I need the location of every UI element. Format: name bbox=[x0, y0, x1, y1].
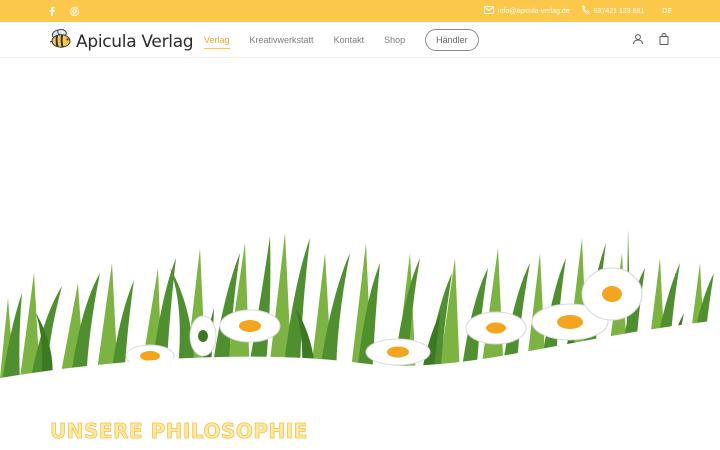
logo-text: Apicula Verlag bbox=[76, 31, 194, 52]
mail-icon bbox=[484, 6, 494, 16]
phone-icon bbox=[581, 5, 590, 17]
nav-item-kreativwerkstatt[interactable]: Kreativwerkstatt bbox=[250, 35, 314, 45]
email-text: info@apicula-verlag.de bbox=[497, 7, 570, 15]
nav-item-kontakt[interactable]: Kontakt bbox=[334, 35, 365, 45]
main-header: Apicula Verlag Verlag Kreativwerkstatt K… bbox=[0, 22, 720, 58]
instagram-icon[interactable] bbox=[68, 5, 80, 17]
main-nav: Verlag Kreativwerkstatt Kontakt Shop Hän… bbox=[204, 22, 499, 58]
hero-illustration bbox=[0, 58, 720, 398]
contact-info: info@apicula-verlag.de 037421 123 881 DE bbox=[472, 5, 672, 17]
email-link[interactable]: info@apicula-verlag.de bbox=[484, 6, 570, 16]
bee-logo-icon bbox=[48, 26, 74, 57]
section-heading: UNSERE PHILOSOPHIE bbox=[50, 419, 308, 444]
haendler-button[interactable]: Händler bbox=[425, 29, 479, 51]
logo[interactable]: Apicula Verlag bbox=[48, 26, 194, 57]
account-icon[interactable] bbox=[632, 33, 644, 45]
language-switcher[interactable]: DE bbox=[662, 8, 672, 15]
header-icons bbox=[632, 33, 670, 45]
facebook-icon[interactable] bbox=[46, 5, 58, 17]
meadow-illustration bbox=[0, 228, 720, 398]
phone-link[interactable]: 037421 123 881 bbox=[581, 5, 645, 17]
nav-item-verlag[interactable]: Verlag bbox=[204, 35, 230, 49]
top-info-bar: info@apicula-verlag.de 037421 123 881 DE bbox=[0, 0, 720, 22]
nav-item-shop[interactable]: Shop bbox=[384, 35, 405, 45]
shopping-bag-icon[interactable] bbox=[658, 33, 670, 45]
phone-text: 037421 123 881 bbox=[593, 7, 645, 15]
social-links bbox=[46, 5, 80, 17]
